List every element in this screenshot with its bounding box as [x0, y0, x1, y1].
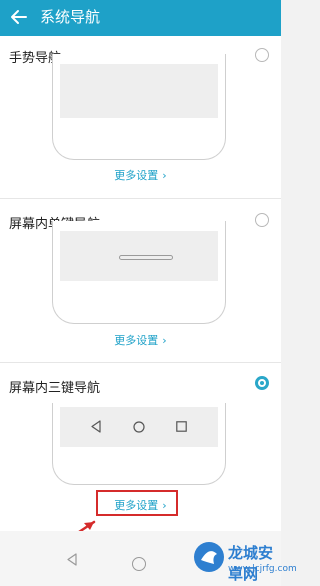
chevron-right-icon: › [162, 169, 167, 182]
more-settings-label: 更多设置 [114, 169, 159, 182]
nav-home-icon [133, 421, 145, 433]
option-gesture-navigation[interactable]: 手势导航 更多设置 › [0, 36, 281, 198]
nav-recent-icon [176, 421, 187, 432]
radio-button[interactable] [255, 213, 269, 227]
nav-back-icon [91, 420, 101, 433]
radio-button-selected[interactable] [255, 376, 269, 390]
page-title: 系统导航 [40, 8, 101, 26]
phone-preview [52, 403, 226, 485]
phone-screen [60, 64, 218, 118]
site-logo-icon [194, 542, 224, 572]
more-settings-label: 更多设置 [114, 334, 159, 347]
highlight-box [96, 490, 178, 516]
more-settings-link[interactable]: 更多设置 › [0, 167, 281, 183]
watermark: 龙城安卓网 www.lcjrfg.com [190, 536, 297, 584]
phone-preview [52, 54, 226, 160]
phone-screen [60, 231, 218, 281]
nav-home-icon[interactable] [132, 557, 146, 571]
radio-button[interactable] [255, 48, 269, 62]
phone-preview [52, 221, 226, 324]
watermark-name: 龙城安卓网 [228, 544, 274, 583]
app-bar: 系统导航 [0, 0, 281, 36]
more-settings-link[interactable]: 更多设置 › [0, 332, 281, 348]
chevron-right-icon: › [162, 334, 167, 347]
phone-screen [60, 407, 218, 447]
nav-back-icon[interactable] [66, 553, 78, 566]
navigation-options: 手势导航 更多设置› 屏幕内单键导航 更多设置› 屏幕内三键导航 [0, 36, 281, 531]
single-nav-key-icon [119, 255, 173, 260]
option-single-key-navigation[interactable]: 屏幕内单键导航 更多设置› [0, 199, 281, 362]
option-label: 屏幕内三键导航 [9, 381, 101, 396]
watermark-url: www.lcjrfg.com [228, 564, 297, 574]
back-arrow-icon[interactable] [8, 6, 30, 28]
